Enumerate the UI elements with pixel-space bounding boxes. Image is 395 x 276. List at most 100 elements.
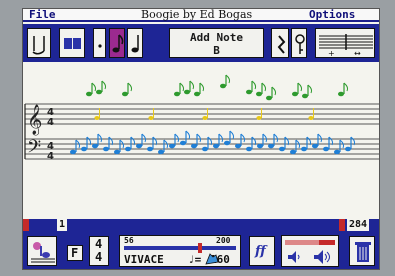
treble-note bbox=[338, 91, 344, 97]
bass-note bbox=[279, 146, 285, 152]
bass-note bbox=[202, 146, 208, 152]
bass-note bbox=[125, 146, 131, 152]
treble-note bbox=[184, 89, 190, 95]
treble-note bbox=[266, 95, 272, 101]
position-scrollbar[interactable]: 1 284 bbox=[23, 219, 379, 231]
bass-note bbox=[345, 146, 351, 152]
bottom-controls: F 4 4 56 200 VIVACE ♩= 160 ff bbox=[23, 231, 379, 269]
song-title: Boogie by Ed Bogas bbox=[141, 8, 253, 21]
tempo-slider-thumb[interactable] bbox=[198, 243, 202, 253]
file-menu[interactable]: File bbox=[29, 9, 56, 21]
bass-note bbox=[334, 149, 340, 155]
hand-cursor-icon bbox=[205, 253, 219, 265]
current-note-label: B bbox=[213, 44, 220, 57]
bass-note bbox=[103, 146, 109, 152]
highlighted-note bbox=[94, 116, 100, 120]
bass-note bbox=[147, 146, 153, 152]
treble-note bbox=[220, 83, 226, 89]
svg-text:↔: ↔ bbox=[354, 49, 361, 58]
add-note-panel[interactable]: Add Note B bbox=[169, 28, 264, 58]
bass-time-signature: 4 bbox=[47, 151, 54, 162]
tempo-max-label: 200 bbox=[216, 236, 231, 245]
dot-button[interactable] bbox=[93, 28, 106, 58]
key-button[interactable] bbox=[291, 28, 307, 58]
bass-clef-icon: 𝄢 bbox=[27, 137, 41, 162]
dynamics-button[interactable]: ff bbox=[249, 236, 275, 266]
bass-note bbox=[290, 149, 296, 155]
view-toggle-button[interactable] bbox=[59, 28, 85, 58]
score-area[interactable]: 𝄞 𝄢 4 4 4 4 bbox=[23, 62, 379, 217]
instrument-icon bbox=[31, 242, 55, 263]
trash-button[interactable] bbox=[349, 236, 375, 266]
quarter-note-button[interactable] bbox=[127, 28, 143, 58]
bass-note bbox=[158, 149, 164, 155]
app-screen: File Boogie by Ed Bogas Options Add Note… bbox=[22, 8, 380, 270]
treble-note bbox=[302, 93, 308, 99]
position-left-marker bbox=[23, 219, 29, 231]
position-right-marker bbox=[339, 219, 345, 231]
position-start: 1 bbox=[57, 219, 68, 231]
time-signature-button[interactable]: 4 4 bbox=[89, 236, 109, 266]
volume-panel bbox=[281, 235, 339, 267]
eighth-note-button[interactable] bbox=[109, 28, 125, 58]
bass-note bbox=[213, 143, 219, 149]
treble-note bbox=[292, 91, 298, 97]
dynamics-label: ff bbox=[255, 244, 266, 259]
treble-note bbox=[246, 89, 252, 95]
rest-icon bbox=[277, 35, 286, 54]
tempo-min-label: 56 bbox=[124, 236, 134, 245]
bass-note bbox=[114, 149, 120, 155]
treble-time-signature: 4 bbox=[47, 117, 54, 128]
options-menu[interactable]: Options bbox=[309, 9, 355, 21]
bass-note bbox=[246, 146, 252, 152]
volume-down-icon[interactable] bbox=[288, 251, 300, 263]
trash-icon bbox=[355, 242, 371, 262]
tempo-panel: 56 200 VIVACE ♩= 160 bbox=[119, 235, 241, 267]
treble-note bbox=[122, 91, 128, 97]
toolbar: Add Note B + ↔ bbox=[23, 24, 379, 62]
highlighted-note bbox=[256, 116, 262, 120]
score-svg: 𝄞𝄢4444 bbox=[24, 74, 379, 162]
dot-icon bbox=[98, 44, 102, 48]
treble-note bbox=[194, 91, 200, 97]
bass-note bbox=[136, 143, 142, 149]
key-signature-button[interactable]: F bbox=[67, 245, 83, 261]
treble-note bbox=[256, 91, 262, 97]
tempo-quarter-icon: ♩= bbox=[188, 253, 202, 266]
tempo-slider-track[interactable] bbox=[124, 246, 236, 250]
bass-note bbox=[224, 140, 230, 146]
volume-up-icon[interactable] bbox=[314, 250, 330, 264]
bass-note bbox=[235, 143, 241, 149]
bass-note bbox=[191, 143, 197, 149]
svg-text:+: + bbox=[328, 49, 335, 58]
treble-note bbox=[96, 89, 102, 95]
bass-note bbox=[323, 146, 329, 152]
bass-note bbox=[312, 143, 318, 149]
add-note-label: Add Note bbox=[190, 31, 243, 44]
note-value-button[interactable] bbox=[27, 28, 51, 58]
menu-bar: File Boogie by Ed Bogas Options bbox=[23, 9, 379, 22]
highlighted-note bbox=[202, 116, 208, 120]
bass-note bbox=[92, 143, 98, 149]
tempo-name: VIVACE bbox=[124, 253, 164, 266]
measure-button[interactable]: + ↔ bbox=[315, 28, 375, 58]
treble-clef-icon: 𝄞 bbox=[27, 104, 42, 136]
bass-note bbox=[257, 143, 263, 149]
key-icon bbox=[295, 34, 305, 54]
window-icon bbox=[64, 38, 81, 49]
position-end: 284 bbox=[347, 219, 370, 231]
bass-note bbox=[81, 146, 87, 152]
bass-note bbox=[70, 149, 76, 155]
bass-note bbox=[301, 146, 307, 152]
rest-button[interactable] bbox=[271, 28, 289, 58]
highlighted-note bbox=[148, 116, 154, 120]
volume-icons bbox=[288, 250, 330, 264]
bass-note bbox=[180, 140, 186, 146]
key-signature-label: F bbox=[71, 246, 79, 260]
highlighted-note bbox=[308, 116, 314, 120]
instrument-button[interactable] bbox=[27, 236, 57, 266]
quarter-note-icon bbox=[131, 35, 139, 53]
eighth-note-icon bbox=[112, 34, 124, 53]
bass-note bbox=[169, 143, 175, 149]
time-sig-bottom: 4 bbox=[95, 250, 103, 264]
